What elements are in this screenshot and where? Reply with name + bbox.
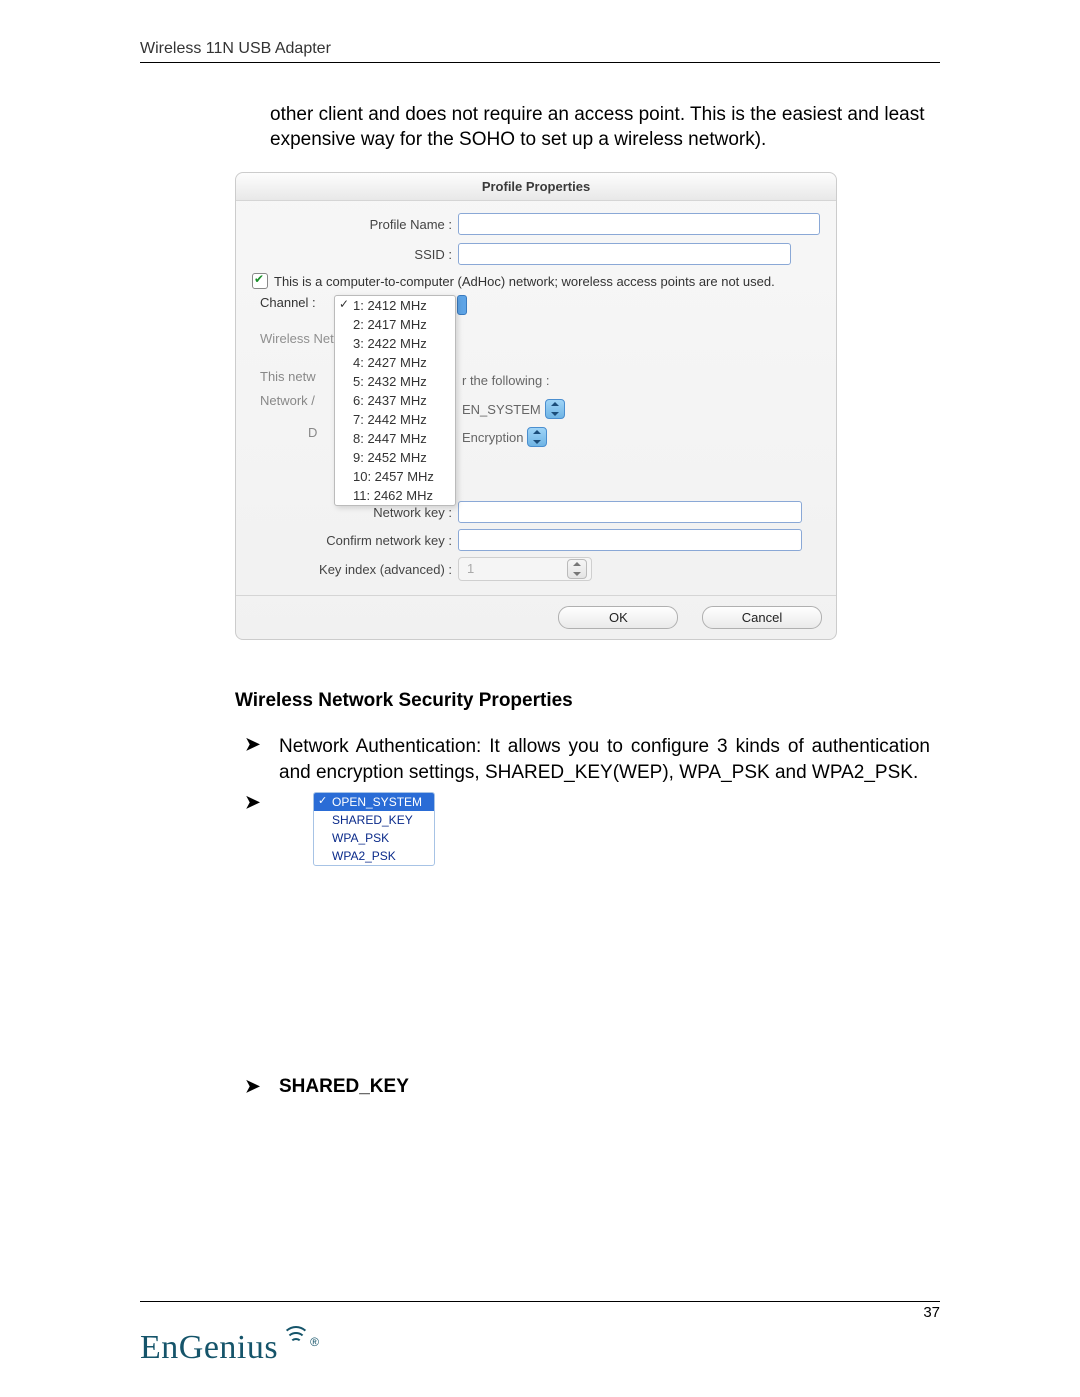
encryption-select-value[interactable]: Encryption [462, 430, 523, 445]
key-index-select[interactable]: 1 [458, 557, 592, 581]
channel-option[interactable]: 7: 2442 MHz [335, 410, 455, 429]
confirm-key-input[interactable] [458, 529, 802, 551]
channel-option[interactable]: 9: 2452 MHz [335, 448, 455, 467]
registered-mark: ® [310, 1335, 319, 1349]
channel-option[interactable]: 1: 2412 MHz [335, 296, 455, 315]
brand-logo: EnGenius ® [140, 1329, 940, 1367]
auth-option[interactable]: SHARED_KEY [314, 811, 434, 829]
channel-option[interactable]: 3: 2422 MHz [335, 334, 455, 353]
bullet-arrow-icon: ➤ [245, 792, 279, 866]
auth-option[interactable]: WPA_PSK [314, 829, 434, 847]
intro-paragraph: other client and does not require an acc… [270, 103, 930, 152]
auth-select-value[interactable]: EN_SYSTEM [462, 402, 541, 417]
security-properties-heading: Wireless Network Security Properties [235, 690, 940, 712]
confirm-key-label: Confirm network key : [252, 533, 458, 548]
ssid-label: SSID : [252, 247, 458, 262]
network-auth-partial-label: Network / [260, 393, 315, 408]
wireless-net-partial-label: Wireless Net [252, 331, 334, 346]
channel-option[interactable]: 4: 2427 MHz [335, 353, 455, 372]
bullet-arrow-icon: ➤ [245, 1076, 279, 1098]
channel-dropdown[interactable]: 1: 2412 MHz 2: 2417 MHz 3: 2422 MHz 4: 2… [334, 295, 456, 506]
cancel-button[interactable]: Cancel [702, 606, 822, 629]
channel-area: Channel : Wireless Net This netw Network… [252, 295, 820, 495]
key-index-label: Key index (advanced) : [252, 562, 458, 577]
following-partial-label: r the following : [462, 373, 549, 388]
channel-option[interactable]: 8: 2447 MHz [335, 429, 455, 448]
channel-option[interactable]: 5: 2432 MHz [335, 372, 455, 391]
network-key-label: Network key : [252, 505, 458, 520]
profile-name-input[interactable] [458, 213, 820, 235]
shared-key-heading: SHARED_KEY [279, 1076, 409, 1098]
data-enc-partial-label: D [308, 425, 317, 440]
ssid-input[interactable] [458, 243, 791, 265]
wifi-icon [280, 1324, 308, 1352]
auth-options-menu: OPEN_SYSTEM SHARED_KEY WPA_PSK WPA2_PSK [313, 792, 435, 866]
encryption-select-stepper[interactable] [527, 427, 547, 447]
channel-label: Channel : [252, 295, 342, 310]
profile-properties-dialog: Profile Properties Profile Name : SSID :… [235, 172, 837, 640]
channel-option[interactable]: 10: 2457 MHz [335, 467, 455, 486]
network-auth-paragraph: Network Authentication: It allows you to… [279, 734, 930, 785]
brand-name: EnGenius [140, 1329, 278, 1367]
footer-rule [140, 1301, 940, 1302]
doc-header: Wireless 11N USB Adapter [140, 40, 940, 63]
dialog-title: Profile Properties [236, 173, 836, 201]
channel-option[interactable]: 2: 2417 MHz [335, 315, 455, 334]
network-key-input[interactable] [458, 501, 802, 523]
scrollbar-handle[interactable] [457, 295, 467, 315]
page-number: 37 [140, 1304, 940, 1321]
channel-option[interactable]: 6: 2437 MHz [335, 391, 455, 410]
key-index-stepper[interactable] [567, 559, 587, 579]
auth-option[interactable]: WPA2_PSK [314, 847, 434, 865]
this-netw-partial-label: This netw [260, 369, 316, 384]
key-index-value: 1 [467, 559, 474, 579]
adhoc-checkbox[interactable] [252, 273, 268, 289]
auth-option[interactable]: OPEN_SYSTEM [314, 793, 434, 811]
bullet-arrow-icon: ➤ [245, 734, 279, 785]
ok-button[interactable]: OK [558, 606, 678, 629]
auth-select-stepper[interactable] [545, 399, 565, 419]
channel-option[interactable]: 11: 2462 MHz [335, 486, 455, 505]
profile-name-label: Profile Name : [252, 217, 458, 232]
adhoc-text: This is a computer-to-computer (AdHoc) n… [274, 274, 775, 289]
